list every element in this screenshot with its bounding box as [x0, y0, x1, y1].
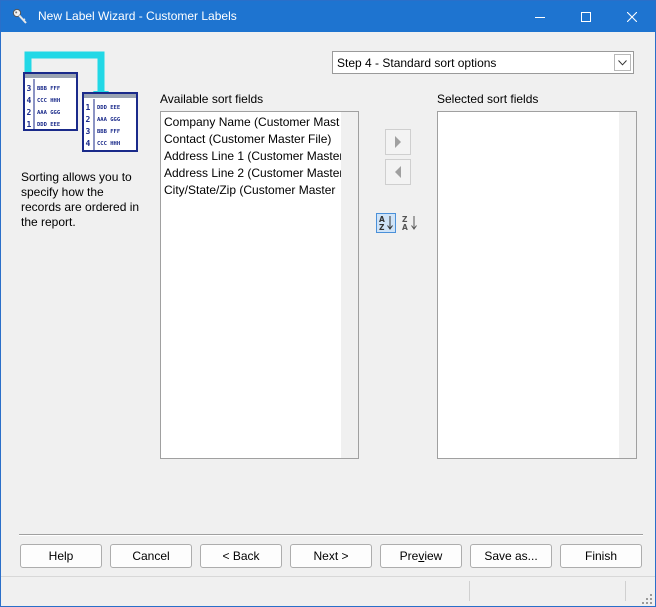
- preview-button[interactable]: Preview: [380, 544, 462, 568]
- sort-ascending-button[interactable]: A Z: [376, 213, 396, 233]
- list-item[interactable]: Contact (Customer Master File): [164, 131, 331, 148]
- step-description: Sorting allows you to specify how the re…: [21, 170, 140, 229]
- preview-label-part: iew: [424, 549, 443, 563]
- front-sheet-text: DDD EEE: [97, 105, 120, 111]
- front-sheet-num: 2: [86, 115, 91, 124]
- cancel-button[interactable]: Cancel: [110, 544, 192, 568]
- step-select[interactable]: Step 4 - Standard sort options: [332, 51, 634, 74]
- front-sheet-num: 3: [86, 127, 91, 136]
- save-as-button-label: Save as...: [484, 549, 538, 563]
- status-panel: [469, 581, 470, 601]
- sort-descending-icon: Z A: [402, 215, 417, 232]
- list-item[interactable]: Company Name (Customer Mast: [164, 114, 339, 131]
- list-item[interactable]: Address Line 2 (Customer Master: [164, 165, 343, 182]
- available-fields-label: Available sort fields: [160, 92, 264, 106]
- cancel-button-label: Cancel: [132, 549, 170, 563]
- finish-button-label: Finish: [584, 549, 617, 563]
- vertical-scrollbar[interactable]: [619, 112, 636, 458]
- front-sheet-text: AAA GGG: [97, 117, 121, 123]
- back-sheet-text: DDD EEE: [37, 122, 60, 128]
- minimize-icon: [535, 16, 545, 18]
- remove-field-button[interactable]: [385, 159, 411, 185]
- arrow-left-icon: [395, 166, 401, 178]
- list-item[interactable]: City/State/Zip (Customer Master: [164, 182, 335, 199]
- next-button-label: Next >: [313, 549, 349, 563]
- chevron-down-icon[interactable]: [614, 54, 631, 71]
- save-as-button[interactable]: Save as...: [470, 544, 552, 568]
- wizard-window: New Label Wizard - Customer Labels Step …: [0, 0, 656, 607]
- arrow-right-icon: [395, 136, 401, 148]
- back-button[interactable]: < Back: [200, 544, 282, 568]
- back-sheet-num: 3: [27, 84, 32, 93]
- add-field-button[interactable]: [385, 129, 411, 155]
- step-select-value: Step 4 - Standard sort options: [337, 56, 497, 70]
- preview-label-part: Pre: [399, 549, 419, 563]
- list-item[interactable]: Address Line 1 (Customer Master: [164, 148, 343, 165]
- vertical-scrollbar[interactable]: [341, 112, 358, 458]
- sort-ascending-icon: A Z: [379, 215, 393, 232]
- next-button[interactable]: Next >: [290, 544, 372, 568]
- front-sheet-num: 4: [86, 139, 91, 148]
- status-bar: [1, 576, 655, 606]
- front-sheet-text: BBB FFF: [97, 129, 120, 135]
- selected-fields-label: Selected sort fields: [437, 92, 539, 106]
- close-button[interactable]: [609, 1, 655, 32]
- back-sheet-text: CCC HHH: [37, 98, 60, 104]
- title-bar[interactable]: New Label Wizard - Customer Labels: [1, 1, 655, 32]
- key-icon: [12, 8, 27, 24]
- close-icon: [627, 11, 637, 22]
- window-title: New Label Wizard - Customer Labels: [38, 9, 237, 23]
- back-sheet-text: AAA GGG: [37, 110, 61, 116]
- back-sheet-text: BBB FFF: [37, 86, 60, 92]
- resize-grip-icon[interactable]: [641, 593, 652, 604]
- front-sheet-text: CCC HHH: [97, 141, 120, 147]
- sort-letter: A: [402, 223, 408, 232]
- divider: [19, 534, 643, 536]
- status-panel: [625, 581, 626, 601]
- selected-fields-list[interactable]: [437, 111, 637, 459]
- sort-descending-button[interactable]: Z A: [400, 213, 420, 233]
- back-sheet-num: 4: [27, 96, 32, 105]
- preview-button-label: Preview: [400, 549, 443, 563]
- finish-button[interactable]: Finish: [560, 544, 642, 568]
- maximize-icon: [581, 11, 591, 22]
- back-button-label: < Back: [222, 549, 260, 563]
- help-button-label: Help: [48, 549, 74, 563]
- help-button[interactable]: Help: [20, 544, 102, 568]
- sort-letter: Z: [379, 223, 385, 232]
- back-sheet-num: 1: [27, 120, 32, 129]
- available-fields-list[interactable]: Company Name (Customer Mast Contact (Cus…: [160, 111, 359, 459]
- back-sheet-num: 2: [27, 108, 32, 117]
- sort-illustration: 3 BBB FFF 4 CCC HHH 2 AAA GGG 1 DDD EEE …: [23, 51, 138, 152]
- maximize-button[interactable]: [563, 1, 609, 32]
- front-sheet-num: 1: [86, 103, 91, 112]
- minimize-button[interactable]: [517, 1, 563, 32]
